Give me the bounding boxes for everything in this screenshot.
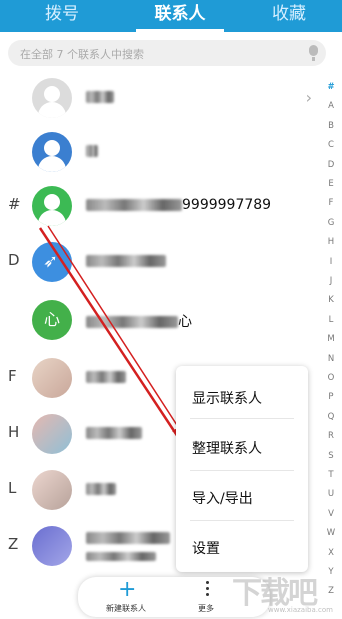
plus-icon: + (118, 577, 137, 602)
menu-item-show-contacts[interactable]: 显示联系人 (192, 388, 262, 408)
watermark-url: www.xiazaiba.com (268, 606, 333, 614)
more-dots-icon (206, 581, 210, 599)
menu-divider (190, 418, 294, 419)
menu-divider (190, 470, 294, 471)
menu-item-import-export[interactable]: 导入/导出 (192, 488, 253, 508)
more-label: 更多 (198, 604, 214, 613)
new-contact-label: 新建联系人 (106, 604, 146, 613)
menu-item-organize-contacts[interactable]: 整理联系人 (192, 438, 262, 458)
menu-item-settings[interactable]: 设置 (192, 538, 220, 558)
menu-divider (190, 520, 294, 521)
more-menu: 显示联系人 整理联系人 导入/导出 设置 (176, 366, 308, 572)
